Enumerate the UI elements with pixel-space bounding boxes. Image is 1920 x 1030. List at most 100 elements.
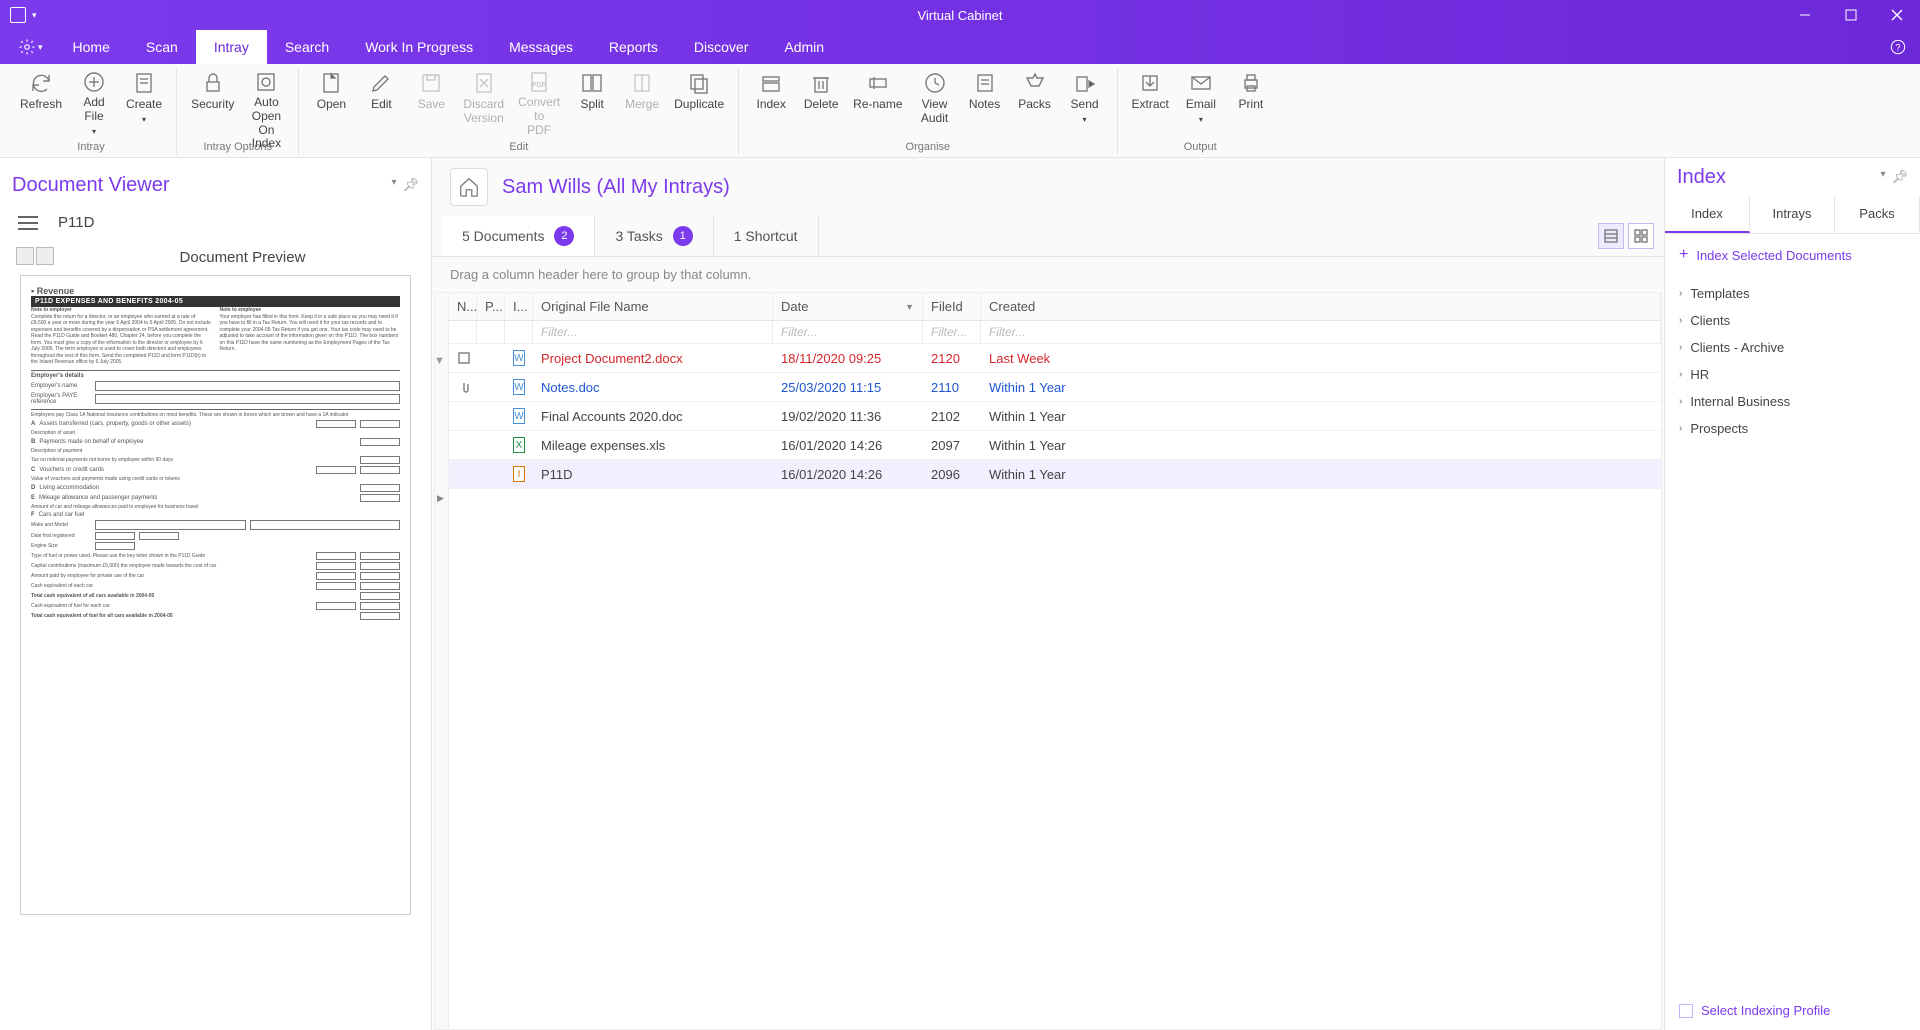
tree-item-prospects[interactable]: ›Prospects: [1675, 415, 1910, 442]
ribbon-auto-open-on-index-button[interactable]: AutoOpenOnIndex: [242, 68, 290, 138]
index-selected-documents[interactable]: + Index Selected Documents: [1665, 234, 1920, 276]
hamburger-icon[interactable]: [18, 215, 40, 231]
ribbon-refresh-button[interactable]: Refresh: [14, 68, 68, 138]
ribbon-security-button[interactable]: Security: [185, 68, 240, 138]
index-tab-intrays[interactable]: Intrays: [1750, 196, 1835, 233]
ribbon-edit-button[interactable]: Edit: [357, 68, 405, 138]
col-p[interactable]: P...: [477, 293, 505, 320]
menu-tab-home[interactable]: Home: [55, 30, 128, 64]
menu-tab-intray[interactable]: Intray: [196, 30, 267, 64]
grid-view-toggle[interactable]: [1628, 223, 1654, 249]
col-i[interactable]: I...: [505, 293, 533, 320]
row-indicator-icon: [457, 437, 469, 453]
ribbon-convert-to-pdf-button: PDFConverttoPDF: [512, 68, 566, 138]
col-fileid[interactable]: FileId: [923, 293, 981, 320]
ribbon-send-button[interactable]: Send▾: [1061, 68, 1109, 138]
col-original-file-name[interactable]: Original File Name: [533, 293, 773, 320]
minimize-button[interactable]: [1782, 0, 1828, 30]
table-row[interactable]: IP11D16/01/2020 14:262096Within 1 Year: [449, 460, 1661, 489]
preview-tool-2[interactable]: [36, 247, 54, 265]
chevron-right-icon: ›: [1679, 342, 1682, 353]
ribbon-split-button[interactable]: Split: [568, 68, 616, 138]
file-type-icon: W: [513, 379, 525, 395]
index-panel: Index ▾ 📌︎ IndexIntraysPacks + Index Sel…: [1664, 158, 1920, 1030]
menu-tab-work-in-progress[interactable]: Work In Progress: [347, 30, 491, 64]
rename-icon: [865, 70, 891, 96]
select-indexing-profile[interactable]: Select Indexing Profile: [1665, 991, 1920, 1030]
tree-item-clients---archive[interactable]: ›Clients - Archive: [1675, 334, 1910, 361]
filter-row: Filter... Filter... Filter... Filter...: [449, 321, 1661, 344]
notes-icon: [972, 70, 998, 96]
menu-bar: ▾ HomeScanIntraySearchWork In ProgressMe…: [0, 30, 1920, 64]
menu-tab-scan[interactable]: Scan: [128, 30, 196, 64]
ribbon-index-button[interactable]: Index: [747, 68, 795, 138]
cell-date: 16/01/2020 14:26: [773, 434, 923, 457]
filter-created[interactable]: Filter...: [981, 321, 1661, 343]
ribbon-packs-button[interactable]: Packs: [1011, 68, 1059, 138]
list-view-toggle[interactable]: [1598, 223, 1624, 249]
menu-tab-reports[interactable]: Reports: [591, 30, 676, 64]
tree-item-clients[interactable]: ›Clients: [1675, 307, 1910, 334]
table-row[interactable]: XMileage expenses.xls16/01/2020 14:26209…: [449, 431, 1661, 460]
preview-tool-1[interactable]: [16, 247, 34, 265]
open-icon: [318, 70, 344, 96]
menu-tab-discover[interactable]: Discover: [676, 30, 766, 64]
chevron-right-icon: ›: [1679, 315, 1682, 326]
ribbon-re-name-button[interactable]: Re-name: [847, 68, 908, 138]
ribbon-notes-button[interactable]: Notes: [961, 68, 1009, 138]
app-title: Virtual Cabinet: [917, 8, 1002, 23]
ribbon-save-button: Save: [407, 68, 455, 138]
expand-arrow-icon[interactable]: ▶: [437, 493, 444, 504]
ribbon-email-button[interactable]: Email▾: [1177, 68, 1225, 138]
ribbon-create-button[interactable]: Create▾: [120, 68, 168, 138]
table-row[interactable]: WFinal Accounts 2020.doc19/02/2020 11:36…: [449, 402, 1661, 431]
close-button[interactable]: [1874, 0, 1920, 30]
lock-icon: [200, 70, 226, 96]
cell-created: Within 1 Year: [981, 376, 1661, 399]
ribbon-print-button[interactable]: Print: [1227, 68, 1275, 138]
col-created[interactable]: Created: [981, 293, 1661, 320]
content-tab-1[interactable]: 3 Tasks1: [595, 216, 713, 256]
maximize-button[interactable]: [1828, 0, 1874, 30]
table-row[interactable]: WNotes.doc25/03/2020 11:152110Within 1 Y…: [449, 373, 1661, 402]
index-tab-packs[interactable]: Packs: [1835, 196, 1920, 233]
menu-tab-messages[interactable]: Messages: [491, 30, 591, 64]
ribbon-extract-button[interactable]: Extract: [1126, 68, 1175, 138]
ribbon-duplicate-button[interactable]: Duplicate: [668, 68, 730, 138]
help-icon[interactable]: ?: [1876, 30, 1920, 64]
ribbon-view-audit-button[interactable]: ViewAudit: [911, 68, 959, 138]
ribbon-open-button[interactable]: Open: [307, 68, 355, 138]
col-date[interactable]: Date: [773, 293, 923, 320]
filter-icon[interactable]: ▼: [434, 355, 445, 367]
panel-dropdown-icon[interactable]: ▾: [391, 177, 396, 193]
print-icon: [1238, 70, 1264, 96]
index-tab-index[interactable]: Index: [1665, 196, 1750, 233]
filter-fileid[interactable]: Filter...: [923, 321, 981, 343]
content-tab-0[interactable]: 5 Documents2: [442, 216, 595, 256]
settings-gear-icon[interactable]: ▾: [6, 30, 55, 64]
content-tab-2[interactable]: 1 Shortcut: [714, 216, 819, 256]
filter-name[interactable]: Filter...: [533, 321, 773, 343]
checkbox-icon[interactable]: [1679, 1004, 1693, 1018]
ribbon-group-label: Intray Options: [204, 141, 272, 155]
col-n[interactable]: N...: [449, 293, 477, 320]
cell-created: Within 1 Year: [981, 463, 1661, 486]
file-type-icon: W: [513, 350, 525, 366]
tree-item-templates[interactable]: ›Templates: [1675, 280, 1910, 307]
home-button[interactable]: [450, 168, 488, 206]
ribbon-delete-button[interactable]: Delete: [797, 68, 845, 138]
group-by-hint[interactable]: Drag a column header here to group by th…: [432, 257, 1664, 292]
tree-item-internal-business[interactable]: ›Internal Business: [1675, 388, 1910, 415]
pin-icon[interactable]: 📌︎: [402, 177, 419, 193]
pin-icon[interactable]: 📌︎: [1891, 169, 1908, 185]
qat-dropdown-icon[interactable]: ▾: [32, 10, 37, 21]
panel-dropdown-icon[interactable]: ▾: [1880, 169, 1885, 185]
menu-tab-admin[interactable]: Admin: [766, 30, 842, 64]
ribbon-discard-version-button: DiscardVersion: [457, 68, 510, 138]
audit-icon: [922, 70, 948, 96]
tree-item-hr[interactable]: ›HR: [1675, 361, 1910, 388]
menu-tab-search[interactable]: Search: [267, 30, 347, 64]
ribbon-add-file-button[interactable]: AddFile▾: [70, 68, 118, 138]
table-row[interactable]: WProject Document2.docx18/11/2020 09:252…: [449, 344, 1661, 373]
filter-date[interactable]: Filter...: [773, 321, 923, 343]
